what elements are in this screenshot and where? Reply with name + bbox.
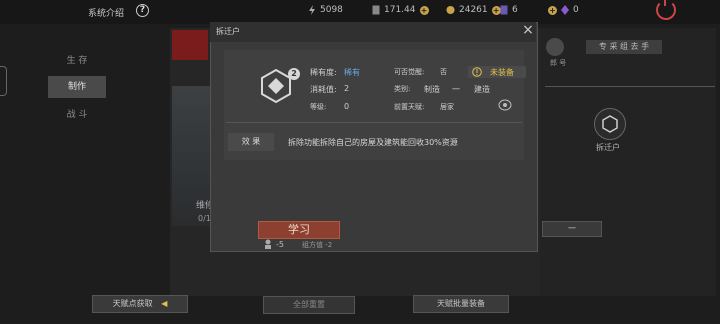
type-value-1: 制造 bbox=[424, 85, 440, 94]
cost-value: 2 bbox=[344, 84, 350, 93]
chevron-left-icon: ◀ bbox=[161, 299, 168, 308]
talent-icon: 2 bbox=[256, 66, 300, 106]
level-label: 等级: bbox=[310, 103, 327, 111]
resource-1-value: 5098 bbox=[320, 5, 343, 15]
nav-item-combat[interactable]: 战 斗 bbox=[48, 104, 106, 126]
effect-description: 拆除功能拆除自己的房屋及建筑能回收30%资源 bbox=[288, 138, 458, 147]
preset-label: 前置天赋: bbox=[394, 103, 425, 111]
connector-line bbox=[545, 86, 715, 87]
resource-1: 5098 bbox=[308, 5, 343, 15]
system-intro-label[interactable]: 系统介绍 bbox=[88, 6, 124, 19]
level-value: 0 bbox=[344, 102, 350, 111]
get-talent-points-label: 天赋点获取 bbox=[112, 299, 153, 308]
coin-icon bbox=[446, 5, 455, 15]
talent-node-demolish[interactable] bbox=[594, 108, 626, 140]
resource-3-value: 24261 bbox=[459, 5, 488, 15]
right-panel-button[interactable]: 一 bbox=[542, 221, 602, 237]
awaken-value: 否 bbox=[440, 68, 447, 76]
add-resource-5-button[interactable]: + bbox=[548, 5, 557, 15]
resource-4: 6 bbox=[500, 5, 518, 15]
resource-5: + 0 bbox=[548, 5, 579, 15]
learn-cost-b: 组方值 -2 bbox=[302, 241, 333, 249]
equip-status-text: 未装备 bbox=[490, 68, 514, 77]
batch-equip-button[interactable]: 天赋批量装备 bbox=[413, 295, 509, 313]
power-icon[interactable] bbox=[656, 0, 676, 20]
learn-button[interactable]: 学习 bbox=[258, 221, 340, 239]
learn-cost-a: -5 bbox=[276, 240, 284, 249]
preset-talent-icon[interactable] bbox=[498, 99, 512, 111]
cost-label: 消耗值: bbox=[310, 85, 337, 94]
rarity-value: 稀有 bbox=[344, 68, 360, 77]
level-badge: 2 bbox=[288, 68, 300, 80]
avatar bbox=[546, 38, 564, 56]
nav-item-survive[interactable]: 生 存 bbox=[48, 50, 106, 72]
gem-icon bbox=[561, 5, 569, 15]
right-panel-name: 郎 号 bbox=[550, 59, 567, 67]
effect-label: 效 果 bbox=[228, 133, 274, 151]
banner-decoration bbox=[172, 30, 208, 60]
get-talent-points-button[interactable]: 天赋点获取 ◀ bbox=[92, 295, 188, 313]
dialog-header bbox=[210, 22, 536, 42]
right-panel-title: 专 采 组 去 手 bbox=[586, 40, 662, 54]
help-icon[interactable]: ? bbox=[136, 4, 149, 17]
resource-5-value: 0 bbox=[573, 5, 579, 15]
document-icon bbox=[372, 5, 380, 15]
nav-item-craft[interactable]: 制作 bbox=[48, 76, 106, 98]
type-label: 类别: bbox=[394, 85, 411, 93]
cost-icon bbox=[265, 239, 271, 249]
reset-all-button[interactable]: 全部重置 bbox=[263, 296, 355, 314]
add-resource-2-button[interactable]: + bbox=[419, 5, 429, 15]
resource-4-value: 6 bbox=[512, 5, 518, 15]
dialog-title: 拆迁户 bbox=[216, 27, 240, 36]
preset-value: 居家 bbox=[440, 103, 454, 111]
awaken-label: 可否觉醒: bbox=[394, 68, 425, 76]
exclamation-icon bbox=[472, 67, 482, 77]
type-value-2: 建造 bbox=[474, 85, 490, 94]
talent-node-label: 拆迁户 bbox=[596, 143, 620, 152]
resource-2: 171.44 + bbox=[372, 5, 429, 15]
type-separator: 一 bbox=[452, 85, 460, 94]
card-icon bbox=[500, 5, 508, 15]
close-icon[interactable]: × bbox=[520, 22, 536, 38]
divider bbox=[226, 122, 522, 123]
right-panel bbox=[540, 28, 716, 296]
resource-3: 24261 + bbox=[446, 5, 501, 15]
side-drawer-handle[interactable] bbox=[0, 66, 7, 96]
resource-2-value: 171.44 bbox=[384, 5, 416, 15]
rarity-label: 稀有度: bbox=[310, 68, 337, 77]
bolt-icon bbox=[309, 5, 315, 15]
hexagon-icon bbox=[602, 115, 618, 133]
